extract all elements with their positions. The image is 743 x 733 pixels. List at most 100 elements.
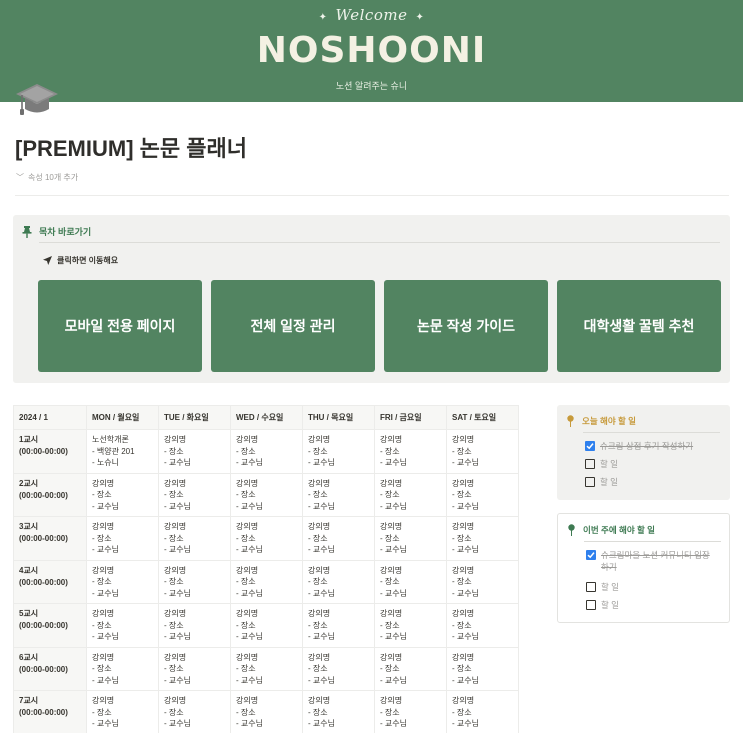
checkbox[interactable]: [585, 441, 595, 451]
course-name: 강의명: [236, 435, 259, 444]
course-professor: - 교수님: [236, 588, 263, 598]
class-cell[interactable]: 강의명 - 장소 - 교수님: [230, 472, 303, 517]
class-cell[interactable]: 강의명 - 장소 - 교수님: [86, 690, 159, 733]
class-cell[interactable]: 강의명 - 장소 - 교수님: [230, 690, 303, 733]
todo-item[interactable]: 할 일: [585, 458, 618, 470]
class-cell[interactable]: 강의명 - 장소 - 교수님: [446, 690, 519, 733]
timetable-header-row: 2024 / 1 MON / 월요일 TUE / 화요일 WED / 수요일 T…: [13, 405, 519, 430]
class-cell[interactable]: 강의명 - 장소 - 교수님: [230, 559, 303, 604]
class-cell[interactable]: 강의명 - 장소 - 교수님: [86, 603, 159, 648]
todo-today-heading: 오늘 해야 할 일: [567, 415, 636, 427]
course-name: 강의명: [92, 609, 115, 618]
class-cell[interactable]: 강의명 - 장소 - 교수님: [158, 690, 231, 733]
course-name: 강의명: [380, 565, 403, 575]
period-time: (00:00-00:00): [19, 447, 68, 456]
class-cell[interactable]: 강의명 - 장소 - 교수님: [446, 429, 519, 474]
course-location: - 장소: [380, 577, 400, 586]
class-cell[interactable]: 강의명 - 장소 - 교수님: [158, 646, 231, 691]
class-cell[interactable]: 강의명 - 장소 - 교수님: [86, 472, 159, 517]
class-cell[interactable]: 노선학개론 - 백양관 201 - 노슈니: [86, 429, 159, 474]
class-cell[interactable]: 강의명 - 장소 - 교수님: [302, 429, 375, 474]
course-professor: - 교수님: [380, 719, 407, 728]
todo-item[interactable]: 할 일: [585, 476, 618, 488]
course-professor: - 교수님: [380, 675, 407, 685]
tile-thesis-writing-guide[interactable]: 논문 작성 가이드: [384, 280, 548, 372]
course-location: - 백양관 201: [92, 446, 135, 456]
todo-item[interactable]: 슈크림 상점 후기 작성하기: [585, 440, 693, 452]
class-cell[interactable]: 강의명 - 장소 - 교수님: [302, 516, 375, 561]
class-cell[interactable]: 강의명 - 장소 - 교수님: [230, 603, 303, 648]
course-name: 강의명: [164, 435, 187, 444]
checkbox[interactable]: [585, 477, 595, 487]
class-cell[interactable]: 강의명 - 장소 - 교수님: [230, 646, 303, 691]
class-cell[interactable]: 강의명 - 장소 - 교수님: [302, 559, 375, 604]
class-cell[interactable]: 강의명 - 장소 - 교수님: [86, 516, 159, 561]
checkbox[interactable]: [586, 600, 596, 610]
todo-label: 슈크림 상점 후기 작성하기: [600, 441, 694, 451]
class-cell[interactable]: 강의명 - 장소 - 교수님: [374, 559, 447, 604]
course-professor: - 교수님: [92, 545, 119, 554]
class-cell[interactable]: 강의명 - 장소 - 교수님: [446, 516, 519, 561]
course-location: - 장소: [308, 533, 328, 543]
class-cell[interactable]: 강의명 - 장소 - 교수님: [374, 603, 447, 648]
class-cell[interactable]: 강의명 - 장소 - 교수님: [86, 559, 159, 604]
todo-today-divider: [583, 432, 720, 433]
class-cell[interactable]: 강의명 - 장소 - 교수님: [374, 429, 447, 474]
tile-schedule-management[interactable]: 전체 일정 관리: [211, 280, 375, 372]
course-name: 강의명: [92, 696, 115, 705]
course-professor: - 교수님: [164, 675, 191, 685]
class-cell[interactable]: 강의명 - 장소 - 교수님: [446, 603, 519, 648]
todo-item[interactable]: 슈크림마을 노션 커뮤니티 입장하기: [586, 549, 716, 573]
pushpin-icon: [568, 524, 575, 536]
course-name: 강의명: [308, 522, 331, 531]
class-cell[interactable]: 강의명 - 장소 - 교수님: [302, 690, 375, 733]
checkbox[interactable]: [586, 582, 596, 592]
class-cell[interactable]: 강의명 - 장소 - 교수님: [230, 516, 303, 561]
class-cell[interactable]: 강의명 - 장소 - 교수님: [374, 516, 447, 561]
class-cell[interactable]: 강의명 - 장소 - 교수님: [374, 690, 447, 733]
class-cell[interactable]: 강의명 - 장소 - 교수님: [446, 646, 519, 691]
graduation-cap-icon[interactable]: [14, 82, 60, 118]
class-cell[interactable]: 강의명 - 장소 - 교수님: [158, 603, 231, 648]
period-cell: 2교시 (00:00-00:00): [13, 472, 87, 517]
todo-item[interactable]: 할 일: [586, 581, 619, 593]
class-cell[interactable]: 강의명 - 장소 - 교수님: [302, 646, 375, 691]
class-cell[interactable]: 강의명 - 장소 - 교수님: [374, 472, 447, 517]
class-cell[interactable]: 강의명 - 장소 - 교수님: [302, 472, 375, 517]
course-professor: - 교수님: [308, 458, 335, 467]
period-time: (00:00-00:00): [19, 534, 68, 543]
class-cell[interactable]: 강의명 - 장소 - 교수님: [86, 646, 159, 691]
class-cell[interactable]: 강의명 - 장소 - 교수님: [158, 559, 231, 604]
course-name: 강의명: [164, 478, 187, 488]
toc-subheading: 클릭하면 이동해요: [43, 255, 118, 266]
course-location: - 장소: [92, 707, 112, 717]
course-professor: - 교수님: [380, 632, 407, 641]
tile-mobile-page[interactable]: 모바일 전용 페이지: [38, 280, 202, 372]
course-name: 강의명: [452, 696, 475, 705]
add-properties-button[interactable]: ﹀ 속성 10개 추가: [16, 172, 78, 183]
period-label: 2교시: [19, 478, 39, 488]
class-cell[interactable]: 강의명 - 장소 - 교수님: [158, 429, 231, 474]
period-label: 5교시: [19, 609, 39, 618]
todo-label: 할 일: [600, 459, 619, 469]
class-cell[interactable]: 강의명 - 장소 - 교수님: [230, 429, 303, 474]
course-professor: - 교수님: [236, 501, 263, 511]
class-cell[interactable]: 강의명 - 장소 - 교수님: [158, 472, 231, 517]
class-cell[interactable]: 강의명 - 장소 - 교수님: [374, 646, 447, 691]
class-cell[interactable]: 강의명 - 장소 - 교수님: [446, 472, 519, 517]
class-cell[interactable]: 강의명 - 장소 - 교수님: [446, 559, 519, 604]
course-professor: - 교수님: [452, 632, 479, 641]
todo-item[interactable]: 할 일: [586, 599, 619, 611]
todo-today-callout: 오늘 해야 할 일 슈크림 상점 후기 작성하기 할 일할 일: [557, 405, 730, 500]
checkbox[interactable]: [585, 459, 595, 469]
class-cell[interactable]: 강의명 - 장소 - 교수님: [158, 516, 231, 561]
course-location: - 장소: [308, 490, 328, 499]
course-location: - 장소: [452, 490, 472, 499]
timetable-row: 4교시 (00:00-00:00) 강의명 - 장소 - 교수님 강의명 - 장소 - 교수님…: [13, 559, 519, 604]
course-professor: - 교수님: [164, 632, 191, 641]
timetable-header-cell: FRI / 금요일: [374, 405, 447, 430]
course-location: - 장소: [236, 620, 256, 630]
tile-college-item-recommendations[interactable]: 대학생활 꿀템 추천: [557, 280, 721, 372]
checkbox[interactable]: [586, 550, 596, 560]
class-cell[interactable]: 강의명 - 장소 - 교수님: [302, 603, 375, 648]
